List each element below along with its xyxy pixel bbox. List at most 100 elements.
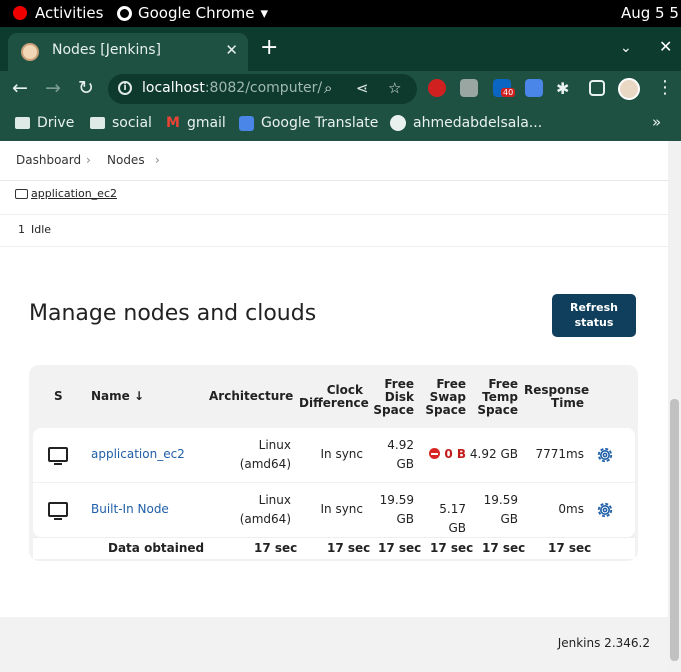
- bookmark-gmail[interactable]: Mgmail: [166, 115, 226, 131]
- node-architecture: Linux (amd64): [239, 438, 291, 471]
- chrome-menu-icon[interactable]: ⋮: [656, 77, 674, 98]
- breadcrumb-nodes[interactable]: Nodes: [107, 153, 145, 167]
- header-status[interactable]: S: [54, 390, 63, 403]
- header-architecture[interactable]: Architecture: [209, 390, 293, 403]
- header-clock-difference[interactable]: Clock Difference: [299, 384, 369, 410]
- node-response: 7771ms: [535, 447, 584, 461]
- app-menu[interactable]: Google Chrome ▾: [117, 4, 268, 22]
- bookmark-social[interactable]: social: [90, 115, 152, 131]
- activities-label: Activities: [35, 4, 104, 22]
- node-name-link[interactable]: application_ec2: [91, 445, 185, 464]
- executor-node-row: application_ec2: [0, 181, 668, 215]
- site-info-icon[interactable]: i: [118, 81, 132, 95]
- node-name-link[interactable]: Built-In Node: [91, 500, 169, 519]
- translate-extension-icon[interactable]: [525, 79, 543, 97]
- url-text[interactable]: localhost:8082/computer/: [142, 80, 322, 96]
- breadcrumb-separator-icon: ›: [86, 153, 91, 167]
- executor-number: 1: [18, 223, 25, 236]
- computer-icon: [15, 189, 28, 199]
- tab-nodes-jenkins[interactable]: Nodes [Jenkins] ✕: [8, 33, 248, 71]
- gear-icon[interactable]: [595, 445, 615, 465]
- summary-row: Data obtained 17 sec 17 sec 17 sec 17 se…: [33, 537, 635, 559]
- camera-extension-icon[interactable]: [460, 79, 478, 97]
- node-disk: 19.59 GB: [379, 493, 414, 526]
- bookmarks-bar: Drive social Mgmail Google Translate ahm…: [0, 107, 681, 141]
- header-response-time[interactable]: Response Time: [524, 384, 589, 410]
- refresh-status-button[interactable]: Refresh status: [552, 294, 636, 337]
- node-response: 0ms: [558, 502, 584, 516]
- system-top-bar: Activities Google Chrome ▾ Aug 5 5: [0, 0, 681, 27]
- profile-avatar[interactable]: [618, 78, 640, 100]
- breadcrumb: Dashboard › Nodes ›: [0, 141, 668, 181]
- executor-state: Idle: [31, 223, 52, 236]
- activities-button[interactable]: Activities: [13, 4, 103, 22]
- summary-label: Data obtained: [108, 541, 205, 555]
- gear-icon[interactable]: [595, 500, 615, 520]
- jenkins-page: Dashboard › Nodes › application_ec2 1 Id…: [0, 141, 668, 672]
- summary-response: 17 sec: [548, 541, 592, 555]
- table-row: Built-In Node Linux (amd64) In sync 19.59…: [33, 483, 635, 537]
- browser-toolbar: ← → ↻ i localhost:8082/computer/ ⌕ ⋖ ☆ 4…: [0, 71, 681, 107]
- node-temp: 4.92 GB: [469, 447, 518, 461]
- close-tab-icon[interactable]: ✕: [225, 41, 238, 59]
- executor-node-link[interactable]: application_ec2: [31, 187, 117, 200]
- bookmark-google-translate[interactable]: Google Translate: [239, 115, 378, 131]
- node-disk: 4.92 GB: [387, 438, 414, 471]
- share-icon[interactable]: ⋖: [356, 79, 369, 97]
- jenkins-favicon-icon: [21, 43, 39, 61]
- summary-temp: 17 sec: [482, 541, 526, 555]
- summary-clock: 17 sec: [327, 541, 371, 555]
- tab-title: Nodes [Jenkins]: [52, 42, 161, 58]
- header-free-swap[interactable]: Free Swap Space: [425, 378, 466, 417]
- caret-down-icon: ▾: [260, 4, 269, 22]
- bookmark-star-icon[interactable]: ☆: [388, 79, 401, 97]
- node-architecture: Linux (amd64): [239, 493, 291, 526]
- nodes-table: S Name ↓ Architecture Clock Difference Fr…: [29, 365, 638, 561]
- page-title: Manage nodes and clouds: [29, 301, 317, 326]
- app-menu-label: Google Chrome: [138, 4, 255, 22]
- table-row: application_ec2 Linux (amd64) In sync 4.9…: [33, 428, 635, 482]
- tab-strip: Nodes [Jenkins] ✕ + ⌄ ✕: [0, 27, 681, 71]
- new-tab-icon[interactable]: +: [260, 37, 278, 59]
- folder-icon: [15, 117, 30, 129]
- node-swap: 5.17 GB: [439, 502, 466, 535]
- computer-icon: [48, 502, 68, 520]
- translate-icon: [239, 115, 254, 131]
- breadcrumb-separator-icon: ›: [155, 153, 160, 167]
- linkedin-extension-icon[interactable]: 40: [493, 79, 516, 97]
- folder-icon: [90, 117, 105, 129]
- no-entry-icon: [429, 448, 441, 459]
- summary-swap: 17 sec: [430, 541, 474, 555]
- header-free-disk[interactable]: Free Disk Space: [373, 378, 414, 417]
- zoom-search-icon[interactable]: ⌕: [324, 79, 332, 97]
- node-swap: 0 B: [418, 445, 466, 464]
- gmail-icon: M: [166, 115, 180, 131]
- tab-search-chevron-icon[interactable]: ⌄: [620, 40, 632, 56]
- address-bar[interactable]: i localhost:8082/computer/ ⌕ ⋖ ☆: [108, 74, 417, 104]
- bookmark-github[interactable]: ahmedabdelsala...: [390, 115, 542, 131]
- jenkins-version-link[interactable]: Jenkins 2.346.2: [558, 636, 650, 650]
- more-bookmarks-icon[interactable]: »: [652, 113, 661, 131]
- window-close-icon[interactable]: ✕: [659, 37, 672, 56]
- header-free-temp[interactable]: Free Temp Space: [477, 378, 518, 417]
- redhat-icon: [13, 6, 27, 20]
- clock[interactable]: Aug 5 5: [621, 4, 679, 22]
- summary-disk: 17 sec: [378, 541, 422, 555]
- node-clock: In sync: [320, 447, 363, 461]
- node-temp: 19.59 GB: [483, 493, 518, 526]
- puzzle-extensions-icon[interactable]: ✱: [556, 79, 569, 99]
- summary-arch: 17 sec: [254, 541, 298, 555]
- reload-icon[interactable]: ↻: [78, 78, 94, 98]
- github-icon: [390, 115, 406, 131]
- side-panel-icon[interactable]: [589, 80, 605, 96]
- extension-badge: 40: [501, 88, 516, 97]
- page-scrollbar[interactable]: [668, 141, 681, 672]
- header-name[interactable]: Name ↓: [91, 390, 144, 403]
- footer: Jenkins 2.346.2: [0, 617, 668, 672]
- scrollbar-thumb[interactable]: [670, 399, 679, 661]
- breadcrumb-dashboard[interactable]: Dashboard: [16, 153, 81, 167]
- forward-icon[interactable]: →: [45, 78, 61, 98]
- stop-hand-extension-icon[interactable]: [428, 79, 446, 97]
- bookmark-drive[interactable]: Drive: [15, 115, 74, 131]
- back-icon[interactable]: ←: [12, 78, 28, 98]
